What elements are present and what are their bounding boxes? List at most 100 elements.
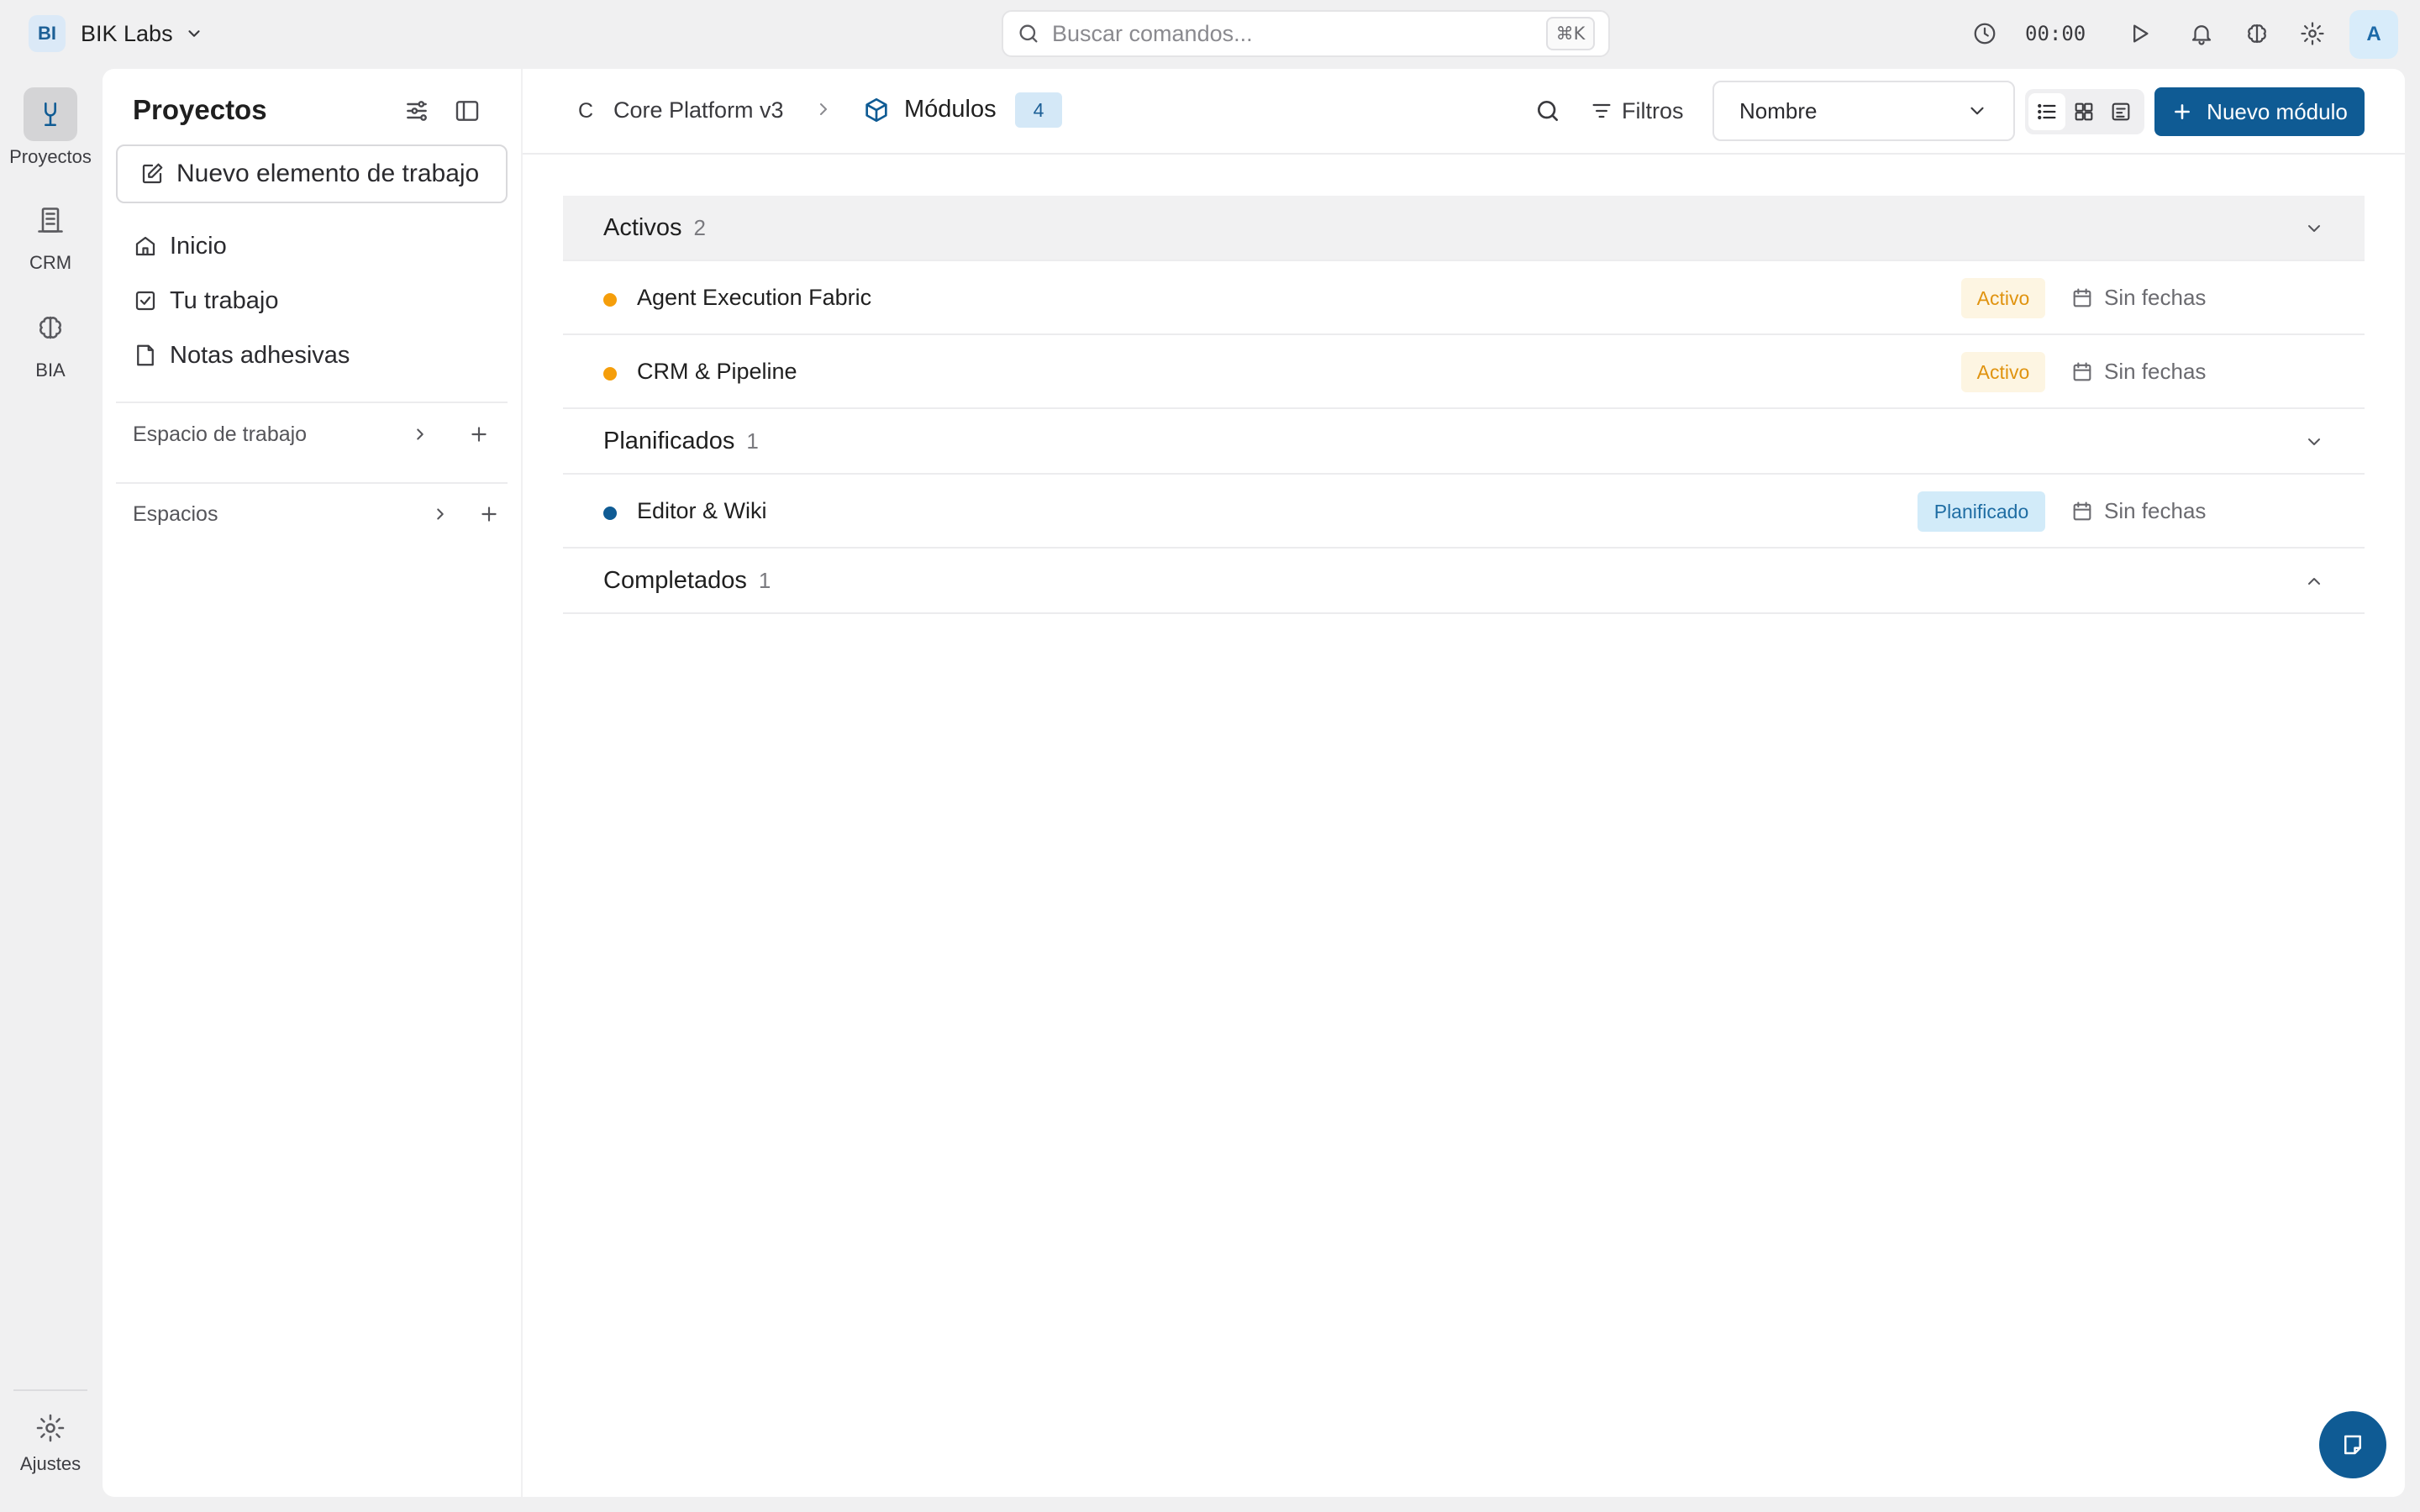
rail-label: CRM (29, 252, 72, 273)
sort-value: Nombre (1739, 97, 1818, 123)
calendar-icon (2070, 360, 2094, 384)
chevron-right-icon[interactable] (405, 419, 435, 449)
group-name: Activos (603, 213, 682, 241)
rail-item-ajustes[interactable]: Ajustes (0, 1408, 101, 1475)
workspace-switcher[interactable]: BI BIK Labs (29, 15, 203, 52)
group-header-activos[interactable]: Activos 2 (563, 196, 2365, 261)
home-icon (133, 234, 158, 259)
workspace-name: BIK Labs (81, 20, 173, 46)
group-count: 1 (758, 567, 771, 593)
group-header-completados[interactable]: Completados 1 (563, 549, 2365, 614)
group-count: 2 (693, 214, 706, 240)
status-dot (603, 367, 617, 381)
chevron-right-icon (813, 99, 834, 119)
brain-icon[interactable] (2238, 15, 2275, 52)
chevron-up-icon (2304, 571, 2324, 591)
date-label: Sin fechas (2104, 359, 2207, 384)
module-name: Agent Execution Fabric (637, 285, 872, 310)
sidebar-item-inicio[interactable]: Inicio (133, 225, 227, 267)
filters-button[interactable]: Filtros (1590, 92, 1684, 129)
grid-view-icon[interactable] (2065, 93, 2102, 130)
filter-icon (1590, 99, 1613, 123)
status-dot (603, 507, 617, 520)
date-range[interactable]: Sin fechas (2070, 359, 2206, 385)
calendar-icon (2070, 500, 2094, 523)
status-badge[interactable]: Activo (1961, 352, 2045, 392)
gantt-view-icon[interactable] (2102, 93, 2139, 130)
plus-icon[interactable] (464, 419, 494, 449)
breadcrumb-project[interactable]: Core Platform v3 (613, 97, 784, 123)
date-range[interactable]: Sin fechas (2070, 498, 2206, 524)
top-bar: BI BIK Labs Buscar comandos... ⌘K 00:00 … (0, 0, 2420, 67)
rail-item-proyectos[interactable]: Proyectos (0, 87, 101, 168)
floating-notes-button[interactable] (2319, 1411, 2386, 1478)
status-badge[interactable]: Planificado (1918, 491, 2045, 532)
sidebar-item-label: Tu trabajo (170, 286, 279, 314)
main-panel: C Core Platform v3 Módulos 4 Filtros Nom… (523, 69, 2405, 1497)
section-espacio-de-trabajo[interactable]: Espacio de trabajo (133, 416, 307, 453)
note-icon (133, 343, 158, 368)
group-name: Completados (603, 566, 747, 594)
sidebar-item-tu-trabajo[interactable]: Tu trabajo (133, 280, 279, 322)
projects-icon (24, 87, 77, 141)
group-name: Planificados (603, 427, 735, 454)
sidebar: Proyectos Nuevo elemento de trabajo Inic… (103, 69, 521, 1497)
new-work-item-button[interactable]: Nuevo elemento de trabajo (116, 144, 508, 203)
chevron-down-icon (185, 24, 203, 43)
module-row[interactable]: Agent Execution Fabric Activo Sin fechas (563, 261, 2365, 335)
rail-label: BIA (35, 360, 66, 381)
module-row[interactable]: CRM & Pipeline Activo Sin fechas (563, 335, 2365, 409)
search-icon (1017, 22, 1040, 45)
status-badge[interactable]: Activo (1961, 278, 2045, 318)
new-module-button[interactable]: Nuevo módulo (2154, 87, 2365, 136)
chevron-down-icon (1966, 100, 1988, 122)
search-icon[interactable] (1531, 94, 1565, 128)
list-view-icon[interactable] (2028, 93, 2065, 130)
bell-icon[interactable] (2183, 15, 2220, 52)
chevron-right-icon[interactable] (425, 499, 455, 529)
app-rail: Proyectos CRM BIA Ajustes (0, 67, 101, 1512)
edit-icon (139, 161, 165, 186)
plus-icon[interactable] (474, 499, 504, 529)
group-count: 1 (746, 428, 759, 454)
date-range[interactable]: Sin fechas (2070, 285, 2206, 311)
sidebar-title: Proyectos (133, 94, 267, 125)
shortcut-hint: ⌘K (1546, 17, 1595, 50)
breadcrumb-current: Módulos (904, 96, 997, 123)
workspace-badge: BI (29, 15, 66, 52)
sidebar-divider (116, 402, 508, 403)
module-name: Editor & Wiki (637, 498, 767, 523)
rail-item-bia[interactable]: BIA (0, 301, 101, 381)
rail-divider (13, 1389, 87, 1391)
sidebar-item-label: Inicio (170, 232, 227, 260)
filters-label: Filtros (1622, 97, 1684, 123)
section-espacios[interactable]: Espacios (133, 496, 218, 533)
date-label: Sin fechas (2104, 498, 2207, 523)
chevron-down-icon (2304, 432, 2324, 452)
cube-icon (862, 96, 891, 124)
new-work-item-label: Nuevo elemento de trabajo (176, 160, 480, 187)
sliders-icon[interactable] (400, 94, 434, 128)
command-search-placeholder: Buscar comandos... (1052, 20, 1253, 46)
new-module-label: Nuevo módulo (2207, 98, 2348, 124)
sort-select[interactable]: Nombre (1712, 81, 2015, 141)
note-icon (2340, 1432, 2365, 1457)
history-clock-icon[interactable] (1966, 15, 2003, 52)
plus-icon (2171, 101, 2193, 123)
group-header-planificados[interactable]: Planificados 1 (563, 409, 2365, 475)
rail-label: Proyectos (9, 146, 92, 167)
module-count-badge: 4 (1015, 92, 1062, 128)
command-search-input[interactable]: Buscar comandos... ⌘K (1002, 10, 1610, 57)
chevron-down-icon (2304, 218, 2324, 239)
module-name: CRM & Pipeline (637, 359, 797, 384)
sidebar-divider (116, 482, 508, 484)
main-header: C Core Platform v3 Módulos 4 Filtros Nom… (523, 69, 2405, 155)
module-row[interactable]: Editor & Wiki Planificado Sin fechas (563, 475, 2365, 549)
sidebar-item-notas-adhesivas[interactable]: Notas adhesivas (133, 334, 350, 376)
gear-icon[interactable] (2294, 15, 2331, 52)
status-dot (603, 293, 617, 307)
sidebar-toggle-icon[interactable] (450, 94, 484, 128)
rail-item-crm[interactable]: CRM (0, 193, 101, 274)
user-avatar[interactable]: A (2349, 10, 2398, 59)
play-icon[interactable] (2121, 15, 2158, 52)
